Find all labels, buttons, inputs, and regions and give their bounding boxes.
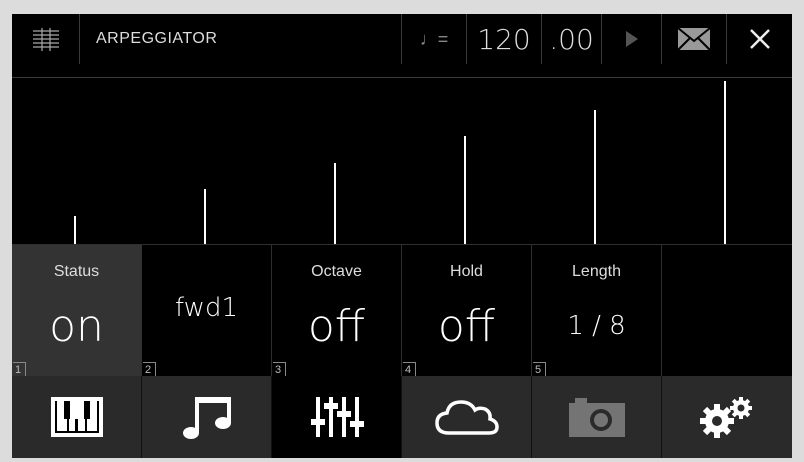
param-value: fwd1 (174, 293, 238, 323)
param-value: off (307, 301, 366, 352)
piano-keys-icon (50, 397, 103, 437)
param-value: off (437, 301, 496, 352)
close-icon[interactable] (727, 14, 792, 64)
arpeggio-step-bar[interactable] (594, 110, 596, 244)
arpeggio-step-bar[interactable] (204, 189, 206, 244)
tab-cloud[interactable] (402, 376, 532, 458)
param-label: Octave (311, 263, 362, 280)
param-index: 2 (143, 362, 156, 376)
tab-settings[interactable] (662, 376, 792, 458)
param-hold[interactable]: Hold off 4 (402, 244, 532, 376)
mail-icon[interactable] (662, 14, 727, 64)
param-empty (662, 244, 792, 376)
music-notes-icon (182, 397, 231, 439)
tempo-fraction[interactable]: .00 (542, 14, 602, 64)
tempo-value[interactable]: 120 (467, 14, 542, 64)
parameter-row: Status on 1 fwd1 2 Octave off 3 Hold off… (12, 244, 792, 376)
param-index: 3 (273, 362, 286, 376)
param-index: 1 (13, 362, 26, 376)
param-length[interactable]: Length 1 / 8 5 (532, 244, 662, 376)
param-status[interactable]: Status on 1 (12, 244, 142, 376)
param-label: Hold (450, 263, 483, 280)
tab-camera (532, 376, 662, 458)
param-label: Status (53, 263, 100, 280)
tab-keyboard[interactable] (12, 376, 142, 458)
arpeggiator-panel: ARPEGGIATOR ♩= 120 .00 Status on 1 fwd1 … (12, 14, 792, 458)
tab-sequence[interactable] (142, 376, 272, 458)
param-index: 5 (533, 362, 546, 376)
gears-icon (700, 397, 752, 438)
score-icon[interactable] (12, 14, 80, 64)
camera-icon (568, 398, 625, 437)
sliders-icon (310, 397, 364, 437)
cloud-icon (434, 400, 499, 435)
play-icon[interactable] (602, 14, 662, 64)
tab-sliders[interactable] (272, 376, 402, 458)
arpeggio-graph (12, 78, 792, 244)
arpeggio-step-bar[interactable] (74, 216, 76, 244)
param-label: Length (572, 263, 621, 280)
param-value: on (49, 301, 104, 352)
arpeggio-step-bar[interactable] (724, 81, 726, 244)
param-value: 1 / 8 (567, 311, 626, 341)
param-octave[interactable]: Octave off 3 (272, 244, 402, 376)
param-direction[interactable]: fwd1 2 (142, 244, 272, 376)
arpeggio-step-bar[interactable] (464, 136, 466, 244)
tempo-icon: ♩= (402, 14, 467, 64)
bottom-tab-bar (12, 376, 792, 458)
header-bar: ARPEGGIATOR ♩= 120 .00 (12, 14, 792, 64)
arpeggio-step-bar[interactable] (334, 163, 336, 244)
page-title: ARPEGGIATOR (80, 14, 402, 64)
param-index: 4 (403, 362, 416, 376)
